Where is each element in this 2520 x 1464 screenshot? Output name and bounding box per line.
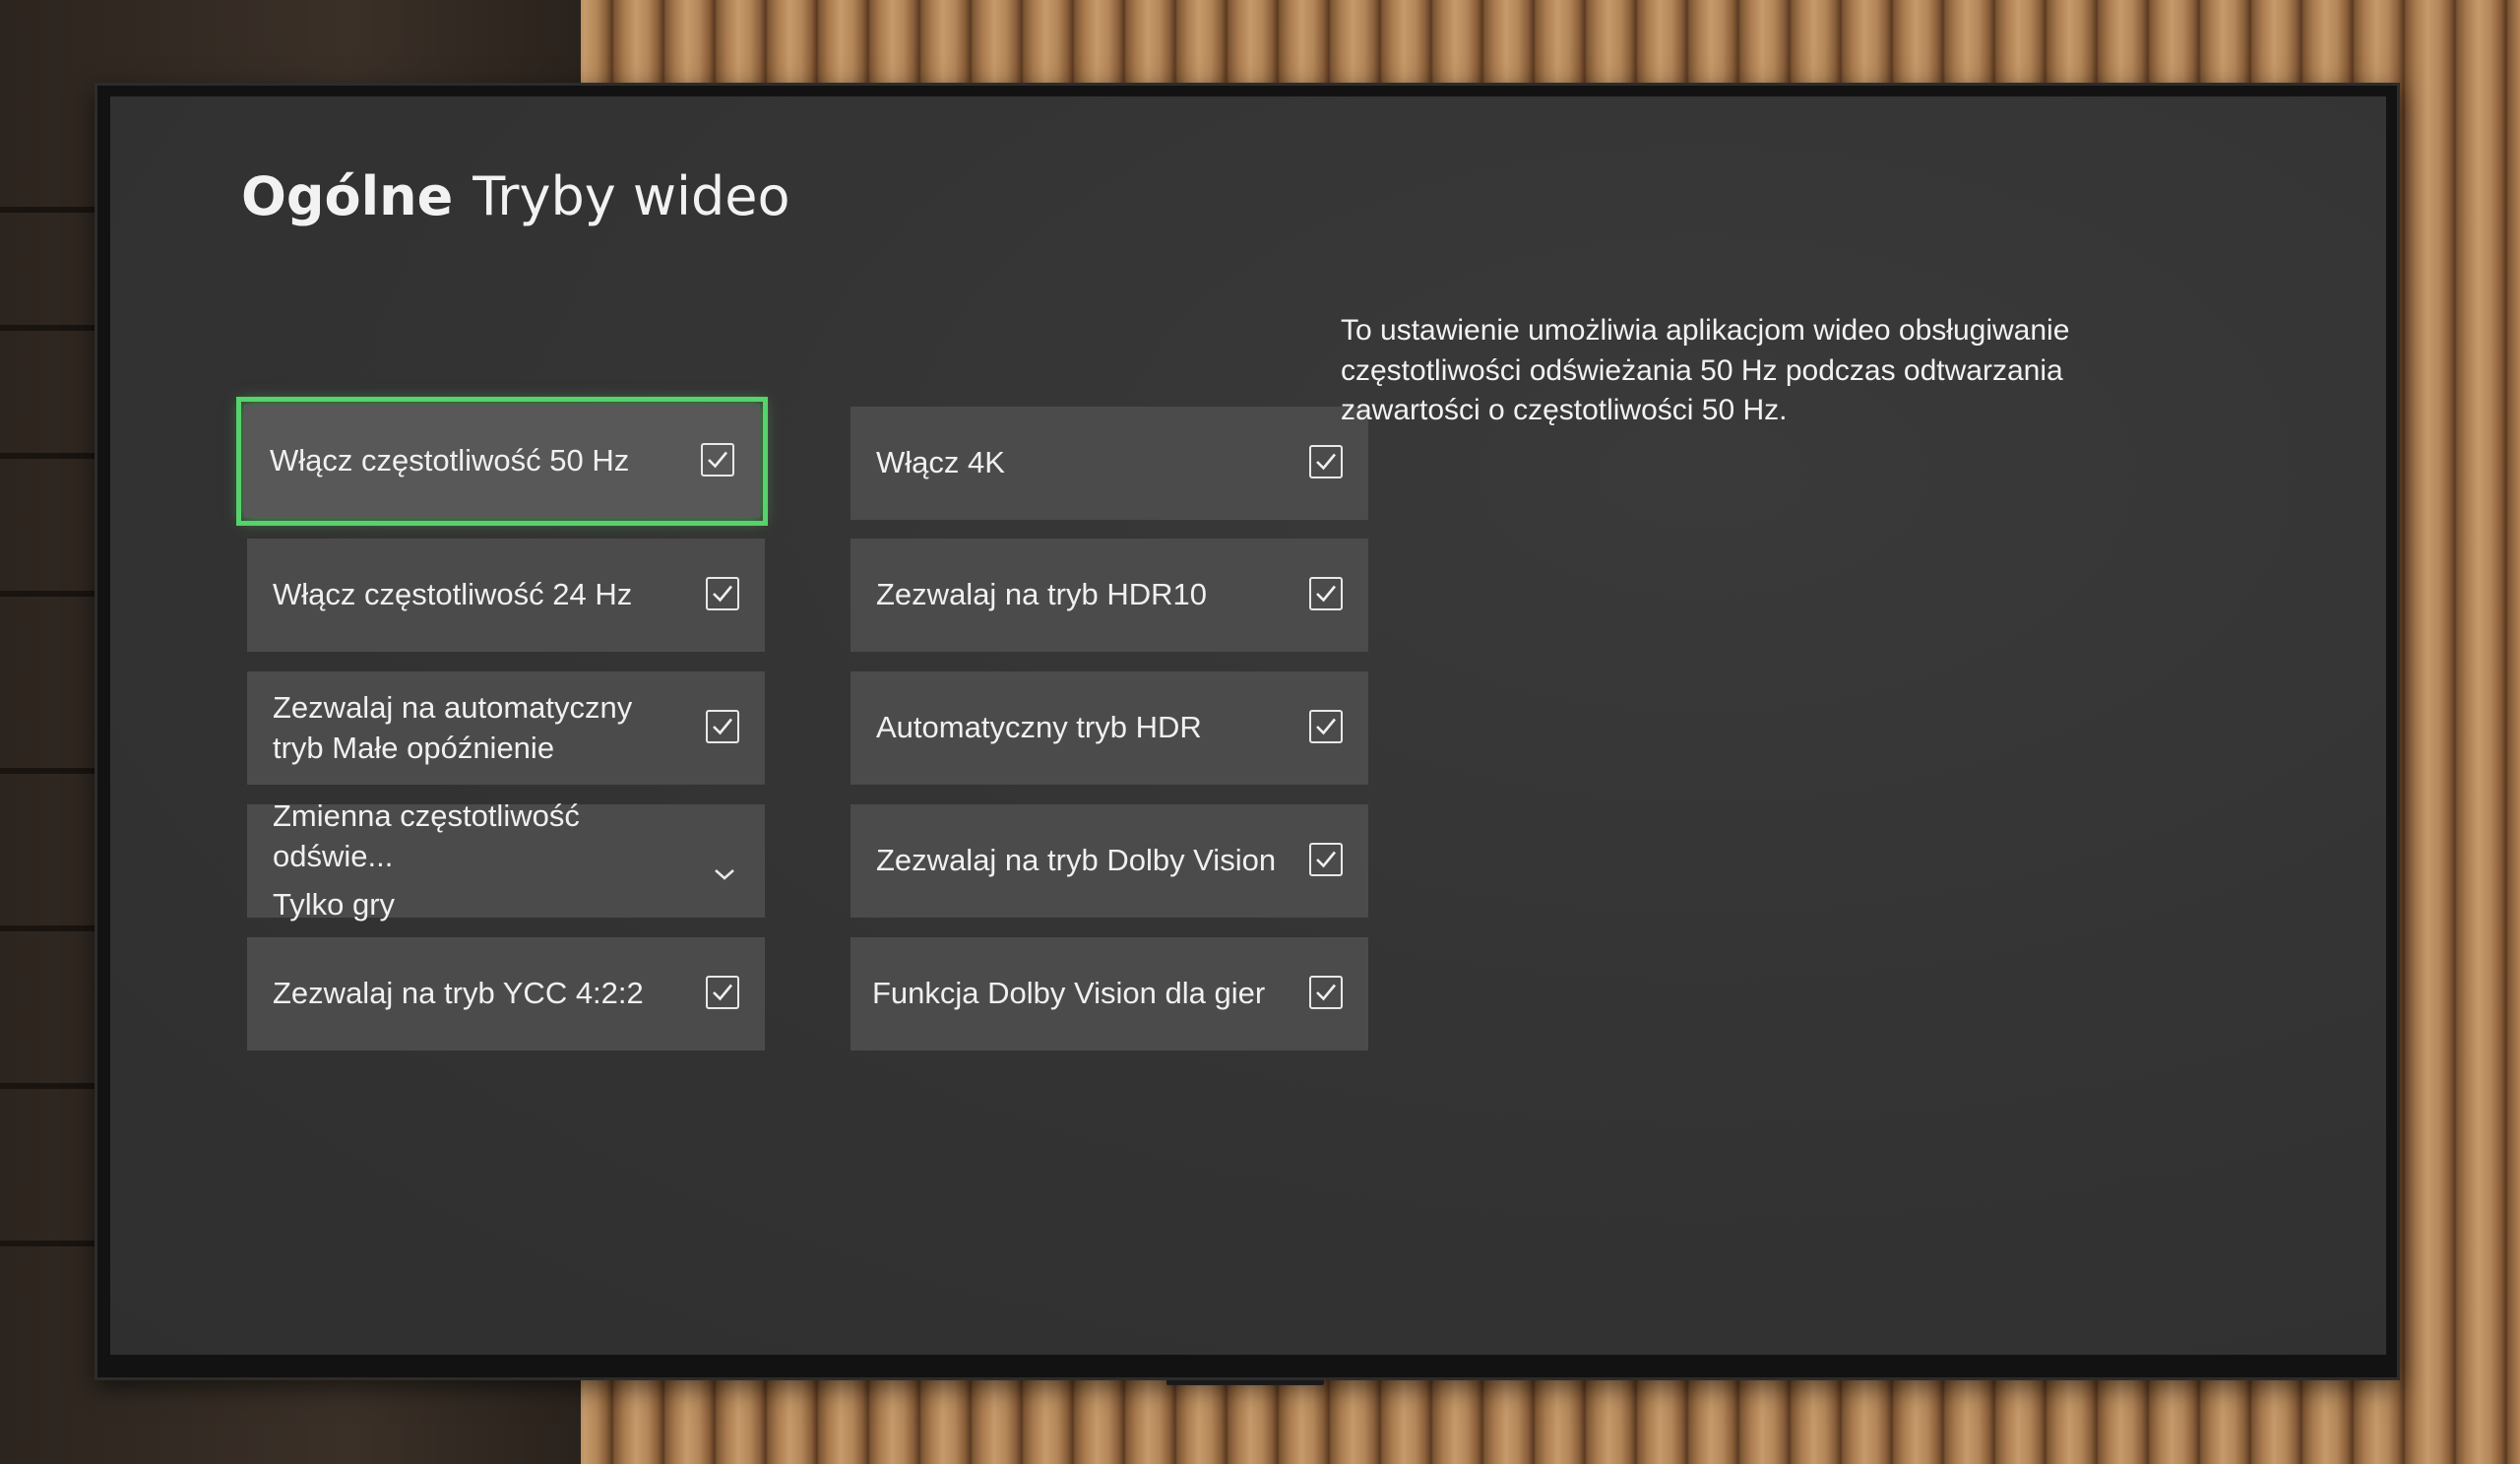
dropdown-selected-value: Tylko gry bbox=[273, 886, 396, 922]
checkbox-checked-icon bbox=[701, 442, 734, 477]
setting-label: Zezwalaj na automatyczny tryb Małe opóźn… bbox=[273, 689, 633, 765]
checkbox-checked-icon bbox=[706, 709, 739, 743]
setting-label: Zezwalaj na tryb HDR10 bbox=[876, 577, 1207, 612]
dropdown-variable-refresh-rate[interactable]: Zmienna częstotliwość odświe... Tylko gr… bbox=[247, 798, 765, 922]
checkbox-checked-icon bbox=[1309, 444, 1343, 478]
tv-screen: Ogólne Tryby wideo Włącz częstotliwość 50… bbox=[110, 96, 2386, 1355]
checkbox-checked-icon bbox=[706, 975, 739, 1009]
checkbox-checked-icon bbox=[1309, 576, 1343, 610]
setting-label: Włącz częstotliwość 24 Hz bbox=[273, 577, 633, 612]
setting-label: Włącz częstotliwość 50 Hz bbox=[270, 443, 630, 478]
toggle-enable-4k[interactable]: Włącz 4K bbox=[850, 407, 1368, 520]
chevron-down-icon bbox=[714, 852, 735, 892]
toggle-ycc-422[interactable]: Zezwalaj na tryb YCC 4:2:2 bbox=[247, 937, 765, 1050]
toggle-auto-low-latency[interactable]: Zezwalaj na automatyczny tryb Małe opóźn… bbox=[247, 671, 765, 785]
setting-label: Zmienna częstotliwość odświe... bbox=[273, 798, 580, 874]
setting-description: To ustawienie umożliwia aplikacjom wideo… bbox=[1341, 314, 2070, 426]
setting-label: Funkcja Dolby Vision dla gier bbox=[872, 976, 1266, 1011]
setting-label: Zezwalaj na tryb Dolby Vision bbox=[876, 843, 1277, 878]
toggle-auto-hdr[interactable]: Automatyczny tryb HDR bbox=[850, 671, 1368, 785]
toggle-hdr10[interactable]: Zezwalaj na tryb HDR10 bbox=[850, 539, 1368, 652]
toggle-enable-24hz[interactable]: Włącz częstotliwość 24 Hz bbox=[247, 539, 765, 652]
breadcrumb[interactable]: Ogólne bbox=[241, 165, 453, 227]
toggle-enable-50hz[interactable]: Włącz częstotliwość 50 Hz bbox=[236, 397, 768, 526]
page-title: Tryby wideo bbox=[472, 165, 790, 227]
checkbox-checked-icon bbox=[706, 576, 739, 610]
setting-label: Automatyczny tryb HDR bbox=[876, 710, 1202, 745]
page-header: Ogólne Tryby wideo bbox=[241, 165, 790, 227]
checkbox-checked-icon bbox=[1309, 842, 1343, 876]
setting-label: Włącz 4K bbox=[876, 445, 1005, 480]
setting-label: Zezwalaj na tryb YCC 4:2:2 bbox=[273, 976, 644, 1011]
toggle-dolby-vision-gaming[interactable]: Funkcja Dolby Vision dla gier bbox=[850, 937, 1368, 1050]
checkbox-checked-icon bbox=[1309, 975, 1343, 1009]
toggle-dolby-vision[interactable]: Zezwalaj na tryb Dolby Vision bbox=[850, 804, 1368, 918]
checkbox-checked-icon bbox=[1309, 709, 1343, 743]
